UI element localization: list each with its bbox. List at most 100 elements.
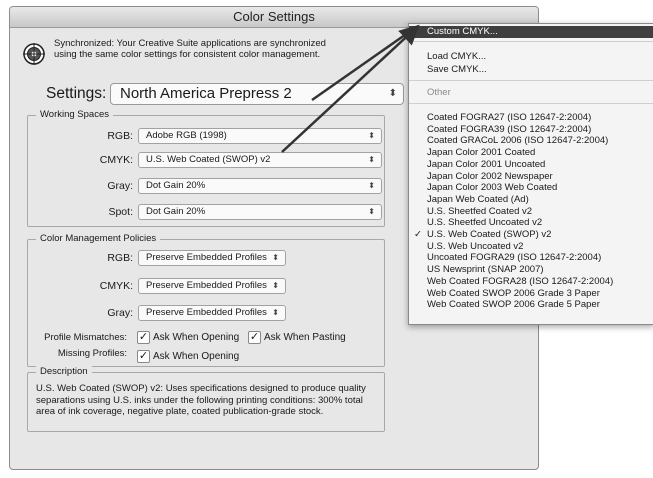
working-spaces-title: Working Spaces	[36, 109, 113, 121]
menu-item-profile[interactable]: Coated GRACoL 2006 (ISO 12647-2:2004)	[409, 135, 653, 147]
pol-gray-select[interactable]: Preserve Embedded Profiles ⬍	[138, 305, 286, 321]
menu-item-profile-label: U.S. Sheetfed Uncoated v2	[427, 217, 543, 229]
ws-spot-value: Dot Gain 20%	[146, 206, 206, 217]
checkmark-icon: ✓	[138, 350, 149, 362]
menu-item-profile[interactable]: Japan Color 2003 Web Coated	[409, 182, 653, 194]
menu-item-profile[interactable]: Japan Color 2001 Uncoated	[409, 159, 653, 171]
checkmark-icon: ✓	[414, 229, 422, 240]
ask-opening-label: Ask When Opening	[153, 332, 240, 343]
ask-opening-checkbox[interactable]: ✓	[137, 331, 150, 344]
menu-item-profile-label: Web Coated SWOP 2006 Grade 5 Paper	[427, 299, 600, 311]
menu-item-profile-label: Web Coated SWOP 2006 Grade 3 Paper	[427, 287, 600, 299]
menu-item-profile-label: Coated GRACoL 2006 (ISO 12647-2:2004)	[427, 135, 609, 147]
ws-cmyk-value: U.S. Web Coated (SWOP) v2	[146, 154, 271, 165]
menu-item-save-cmyk[interactable]: Save CMYK...	[409, 64, 653, 76]
ws-spot-label: Spot:	[108, 206, 133, 218]
menu-separator	[409, 41, 653, 42]
menu-item-profile[interactable]: Coated FOGRA27 (ISO 12647-2:2004)	[409, 112, 653, 124]
menu-item-profile[interactable]: Web Coated FOGRA28 (ISO 12647-2:2004)	[409, 276, 653, 288]
sync-target-icon	[23, 43, 45, 65]
checkmark-icon: ✓	[138, 331, 149, 343]
pol-rgb-select[interactable]: Preserve Embedded Profiles ⬍	[138, 250, 286, 266]
menu-item-profile-label: Uncoated FOGRA29 (ISO 12647-2:2004)	[427, 252, 602, 264]
menu-item-profile[interactable]: U.S. Web Uncoated v2	[409, 241, 653, 253]
up-down-arrows-icon: ⬍	[272, 253, 279, 262]
sync-line-2: using the same color settings for consis…	[54, 49, 321, 60]
policies-title: Color Management Policies	[36, 233, 161, 245]
menu-item-profile-label: Japan Color 2002 Newspaper	[427, 170, 553, 182]
pol-gray-value: Preserve Embedded Profiles	[146, 307, 267, 318]
ask-opening-missing-checkbox[interactable]: ✓	[137, 350, 150, 363]
menu-item-profile[interactable]: US Newsprint (SNAP 2007)	[409, 264, 653, 276]
checkmark-icon: ✓	[249, 331, 260, 343]
pol-rgb-label: RGB:	[107, 252, 133, 264]
menu-item-profile-label: Japan Web Coated (Ad)	[427, 193, 529, 205]
menu-item-profile-label: U.S. Web Coated (SWOP) v2	[427, 229, 552, 240]
ws-rgb-select[interactable]: Adobe RGB (1998) ⬍	[138, 128, 382, 144]
menu-separator	[409, 103, 653, 104]
menu-item-profile-label: Web Coated FOGRA28 (ISO 12647-2:2004)	[427, 275, 614, 287]
up-down-arrows-icon: ⬍	[272, 308, 279, 317]
menu-item-profile-label: Japan Color 2003 Web Coated	[427, 182, 558, 194]
ws-rgb-value: Adobe RGB (1998)	[146, 130, 227, 141]
up-down-arrows-icon: ⬍	[388, 88, 397, 99]
sync-line-1: Synchronized: Your Creative Suite applic…	[54, 38, 326, 49]
menu-item-profile-label: Coated FOGRA39 (ISO 12647-2:2004)	[427, 123, 592, 135]
menu-item-custom-cmyk[interactable]: Custom CMYK...	[409, 26, 653, 38]
menu-item-profile[interactable]: Uncoated FOGRA29 (ISO 12647-2:2004)	[409, 252, 653, 264]
menu-item-profile[interactable]: Japan Color 2002 Newspaper	[409, 171, 653, 183]
ws-gray-label: Gray:	[107, 180, 133, 192]
ws-rgb-label: RGB:	[107, 130, 133, 142]
description-line-1: U.S. Web Coated (SWOP) v2: Uses specific…	[36, 383, 366, 394]
menu-item-profile-label: Japan Color 2001 Uncoated	[427, 158, 546, 170]
ws-cmyk-label: CMYK:	[99, 154, 133, 166]
settings-value: North America Prepress 2	[120, 85, 292, 102]
up-down-arrows-icon: ⬍	[272, 281, 279, 290]
pol-rgb-value: Preserve Embedded Profiles	[146, 252, 267, 263]
description-line-2: separations using U.S. inks under the fo…	[36, 394, 363, 406]
description-title: Description	[36, 366, 92, 378]
menu-item-profile[interactable]: Japan Color 2001 Coated	[409, 147, 653, 159]
menu-item-other: Other	[427, 87, 451, 98]
ask-pasting-checkbox[interactable]: ✓	[248, 331, 261, 344]
up-down-arrows-icon: ⬍	[368, 131, 375, 140]
menu-item-load-cmyk[interactable]: Load CMYK...	[409, 51, 653, 63]
pol-gray-label: Gray:	[107, 307, 133, 319]
description-group: Description U.S. Web Coated (SWOP) v2: U…	[27, 366, 385, 432]
ws-cmyk-select[interactable]: U.S. Web Coated (SWOP) v2 ⬍	[138, 152, 382, 168]
ask-pasting-label: Ask When Pasting	[264, 332, 346, 343]
menu-separator	[409, 80, 653, 81]
missing-label: Missing Profiles:	[57, 348, 127, 359]
ws-spot-select[interactable]: Dot Gain 20% ⬍	[138, 204, 382, 220]
menu-item-profile-label: U.S. Web Uncoated v2	[427, 240, 524, 252]
menu-item-profile[interactable]: U.S. Sheetfed Coated v2	[409, 206, 653, 218]
menu-item-profile-label: U.S. Sheetfed Coated v2	[427, 205, 533, 217]
pol-cmyk-value: Preserve Embedded Profiles	[146, 280, 267, 291]
menu-item-profile[interactable]: U.S. Web Coated (SWOP) v2 ✓	[409, 229, 653, 241]
ws-gray-select[interactable]: Dot Gain 20% ⬍	[138, 178, 382, 194]
policies-group: Color Management Policies RGB: Preserve …	[27, 233, 385, 367]
menu-item-profile[interactable]: Coated FOGRA39 (ISO 12647-2:2004)	[409, 124, 653, 136]
settings-label: Settings:	[46, 85, 107, 102]
pol-cmyk-select[interactable]: Preserve Embedded Profiles ⬍	[138, 278, 286, 294]
description-line-3: area of ink coverage, negative plate, co…	[36, 406, 324, 417]
ws-gray-value: Dot Gain 20%	[146, 180, 206, 191]
up-down-arrows-icon: ⬍	[368, 207, 375, 216]
ask-opening-missing-label: Ask When Opening	[153, 351, 240, 362]
menu-item-profile[interactable]: Japan Web Coated (Ad)	[409, 194, 653, 206]
menu-item-profile-label: Coated FOGRA27 (ISO 12647-2:2004)	[427, 112, 592, 123]
menu-item-profile[interactable]: Web Coated SWOP 2006 Grade 3 Paper	[409, 288, 653, 300]
menu-item-profile[interactable]: Web Coated SWOP 2006 Grade 5 Paper	[409, 299, 653, 311]
sync-message: Synchronized: Your Creative Suite applic…	[54, 38, 354, 60]
settings-select[interactable]: North America Prepress 2 ⬍	[110, 83, 404, 105]
description-text: U.S. Web Coated (SWOP) v2: Uses specific…	[36, 383, 391, 418]
up-down-arrows-icon: ⬍	[368, 181, 375, 190]
menu-item-profile[interactable]: U.S. Sheetfed Uncoated v2	[409, 217, 653, 229]
up-down-arrows-icon: ⬍	[368, 155, 375, 164]
pol-cmyk-label: CMYK:	[99, 280, 133, 292]
menu-item-profile-label: US Newsprint (SNAP 2007)	[427, 264, 544, 276]
working-spaces-group: Working Spaces RGB: Adobe RGB (1998) ⬍ C…	[27, 109, 385, 227]
menu-item-profile-label: Japan Color 2001 Coated	[427, 147, 536, 159]
mismatch-label: Profile Mismatches:	[44, 332, 127, 343]
cmyk-dropdown-menu: Custom CMYK... Load CMYK... Save CMYK...…	[408, 23, 653, 325]
